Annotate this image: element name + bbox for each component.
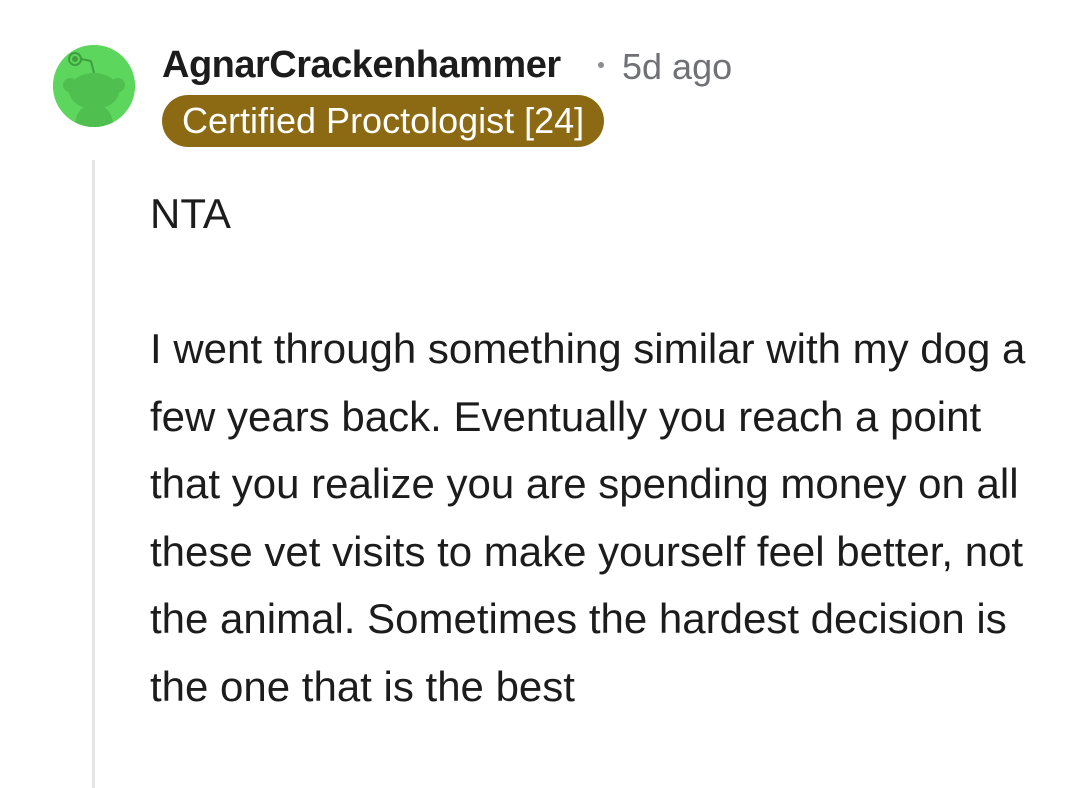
- comment-verdict: NTA: [150, 190, 231, 237]
- user-flair: Certified Proctologist [24]: [162, 95, 605, 147]
- avatar[interactable]: [53, 45, 135, 127]
- dot-separator-icon: [598, 62, 604, 69]
- thread-line[interactable]: [92, 160, 95, 788]
- comment-body: NTA I went through something similar wit…: [150, 180, 1050, 720]
- comment-meta: 5d ago: [598, 46, 732, 88]
- username[interactable]: AgnarCrackenhammer: [162, 44, 561, 87]
- comment-text: I went through something similar with my…: [150, 325, 1026, 710]
- snoo-avatar-icon: [53, 45, 135, 127]
- comment-timestamp[interactable]: 5d ago: [622, 46, 732, 87]
